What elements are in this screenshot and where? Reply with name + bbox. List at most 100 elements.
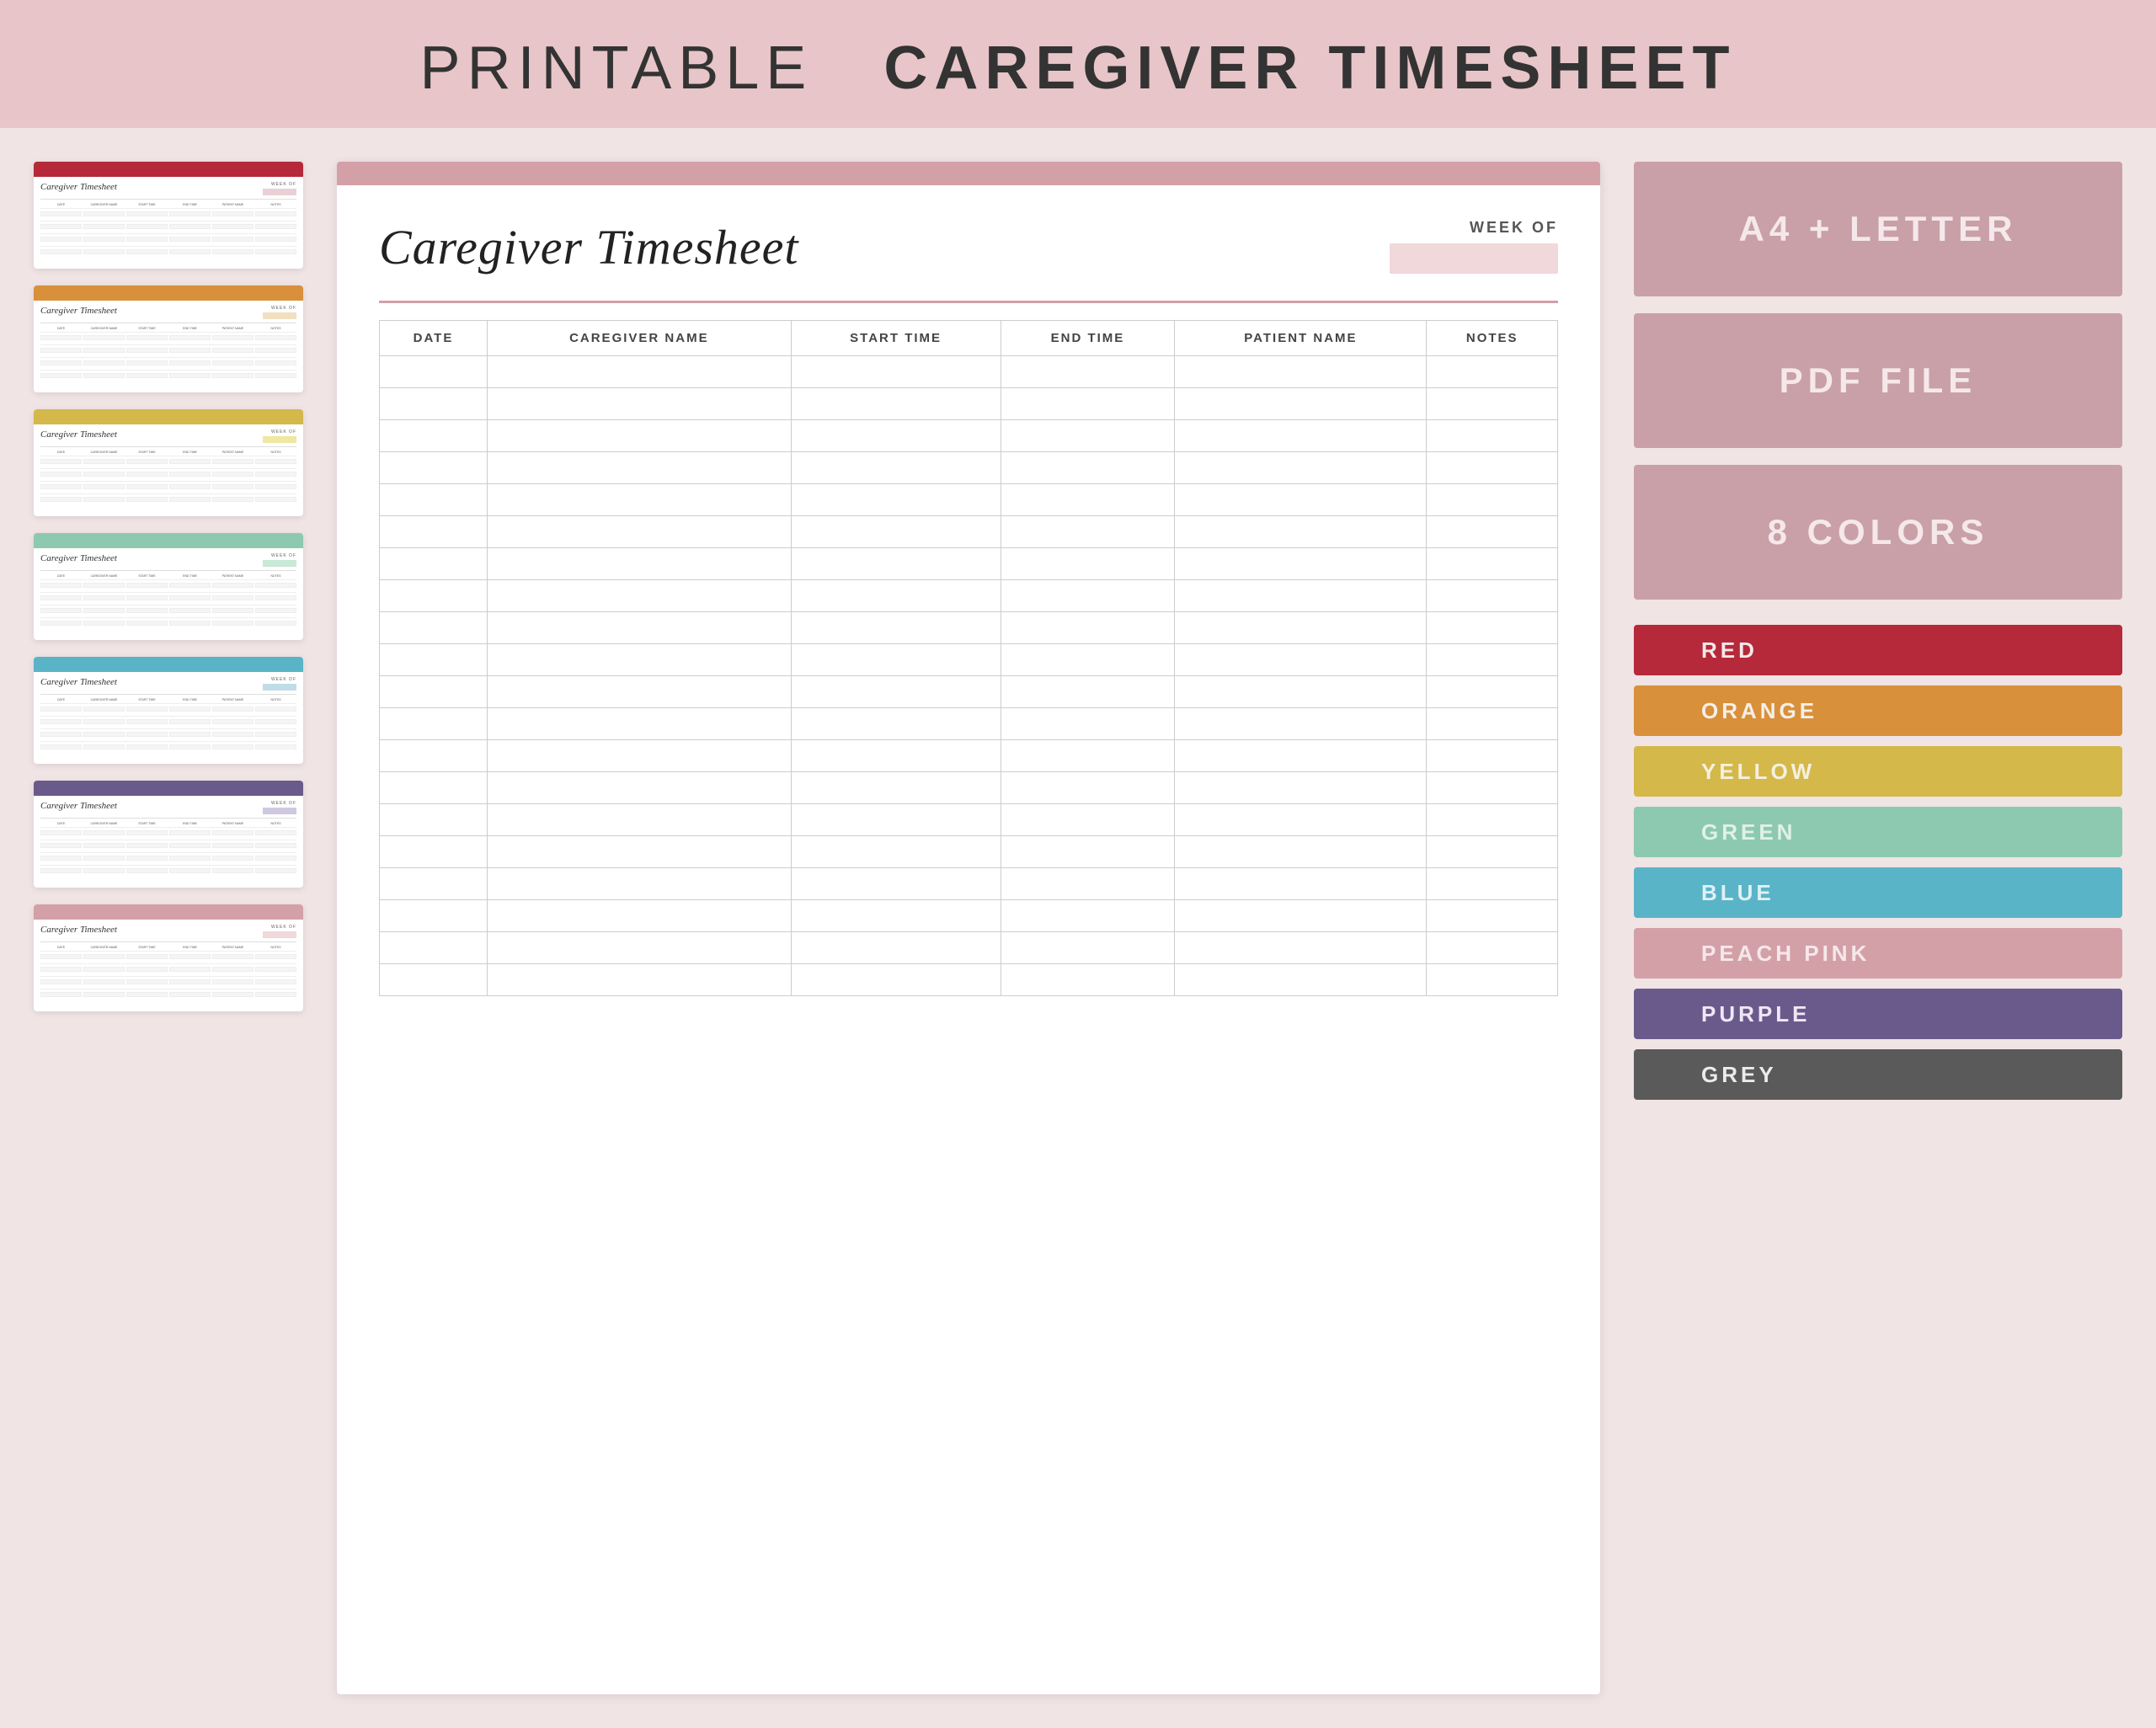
table-cell[interactable] — [791, 740, 1001, 772]
table-cell[interactable] — [1175, 356, 1427, 388]
table-cell[interactable] — [1427, 356, 1558, 388]
table-cell[interactable] — [1427, 836, 1558, 868]
table-cell[interactable] — [380, 676, 488, 708]
table-cell[interactable] — [380, 932, 488, 964]
table-cell[interactable] — [1427, 388, 1558, 420]
table-cell[interactable] — [1001, 612, 1175, 644]
table-cell[interactable] — [1175, 388, 1427, 420]
table-cell[interactable] — [487, 900, 791, 932]
table-cell[interactable] — [1001, 516, 1175, 548]
table-cell[interactable] — [380, 644, 488, 676]
table-cell[interactable] — [380, 420, 488, 452]
table-cell[interactable] — [1427, 580, 1558, 612]
table-cell[interactable] — [380, 612, 488, 644]
table-cell[interactable] — [1175, 484, 1427, 516]
week-of-input-box[interactable] — [1390, 243, 1558, 274]
table-cell[interactable] — [791, 356, 1001, 388]
table-cell[interactable] — [791, 836, 1001, 868]
table-cell[interactable] — [487, 548, 791, 580]
table-cell[interactable] — [791, 484, 1001, 516]
table-cell[interactable] — [1001, 868, 1175, 900]
table-cell[interactable] — [1175, 836, 1427, 868]
table-cell[interactable] — [380, 356, 488, 388]
table-cell[interactable] — [791, 548, 1001, 580]
table-cell[interactable] — [1001, 772, 1175, 804]
table-cell[interactable] — [380, 868, 488, 900]
table-cell[interactable] — [487, 804, 791, 836]
table-cell[interactable] — [487, 708, 791, 740]
table-cell[interactable] — [791, 452, 1001, 484]
table-cell[interactable] — [380, 836, 488, 868]
table-cell[interactable] — [1175, 516, 1427, 548]
table-cell[interactable] — [487, 964, 791, 996]
table-cell[interactable] — [1175, 932, 1427, 964]
table-cell[interactable] — [1001, 388, 1175, 420]
table-cell[interactable] — [380, 452, 488, 484]
table-cell[interactable] — [1175, 420, 1427, 452]
table-cell[interactable] — [1175, 740, 1427, 772]
table-cell[interactable] — [1001, 676, 1175, 708]
table-cell[interactable] — [1427, 932, 1558, 964]
table-cell[interactable] — [1001, 644, 1175, 676]
table-cell[interactable] — [487, 356, 791, 388]
table-cell[interactable] — [380, 388, 488, 420]
table-cell[interactable] — [1427, 804, 1558, 836]
table-cell[interactable] — [1001, 548, 1175, 580]
table-cell[interactable] — [1001, 580, 1175, 612]
table-cell[interactable] — [487, 420, 791, 452]
table-cell[interactable] — [380, 548, 488, 580]
table-cell[interactable] — [487, 868, 791, 900]
table-cell[interactable] — [791, 708, 1001, 740]
table-cell[interactable] — [1175, 548, 1427, 580]
table-cell[interactable] — [487, 772, 791, 804]
table-cell[interactable] — [380, 516, 488, 548]
table-cell[interactable] — [1001, 708, 1175, 740]
table-cell[interactable] — [1427, 516, 1558, 548]
table-cell[interactable] — [487, 836, 791, 868]
table-cell[interactable] — [487, 388, 791, 420]
table-cell[interactable] — [1427, 900, 1558, 932]
table-cell[interactable] — [1001, 356, 1175, 388]
table-cell[interactable] — [1427, 868, 1558, 900]
table-cell[interactable] — [1175, 676, 1427, 708]
table-cell[interactable] — [1175, 772, 1427, 804]
table-cell[interactable] — [791, 516, 1001, 548]
table-cell[interactable] — [1175, 900, 1427, 932]
table-cell[interactable] — [1427, 548, 1558, 580]
table-cell[interactable] — [1427, 420, 1558, 452]
table-cell[interactable] — [791, 388, 1001, 420]
table-cell[interactable] — [1427, 708, 1558, 740]
table-cell[interactable] — [1001, 836, 1175, 868]
table-cell[interactable] — [791, 612, 1001, 644]
table-cell[interactable] — [1175, 868, 1427, 900]
table-cell[interactable] — [487, 580, 791, 612]
table-cell[interactable] — [791, 676, 1001, 708]
table-cell[interactable] — [380, 772, 488, 804]
table-cell[interactable] — [487, 740, 791, 772]
table-cell[interactable] — [1001, 900, 1175, 932]
table-cell[interactable] — [1427, 676, 1558, 708]
table-cell[interactable] — [487, 932, 791, 964]
table-cell[interactable] — [380, 900, 488, 932]
table-cell[interactable] — [1175, 708, 1427, 740]
table-cell[interactable] — [487, 612, 791, 644]
table-cell[interactable] — [791, 900, 1001, 932]
table-cell[interactable] — [791, 420, 1001, 452]
table-cell[interactable] — [1427, 964, 1558, 996]
table-cell[interactable] — [1175, 964, 1427, 996]
table-cell[interactable] — [1001, 964, 1175, 996]
table-cell[interactable] — [1427, 612, 1558, 644]
table-cell[interactable] — [1427, 644, 1558, 676]
table-cell[interactable] — [487, 644, 791, 676]
table-cell[interactable] — [380, 740, 488, 772]
table-cell[interactable] — [791, 580, 1001, 612]
table-cell[interactable] — [1427, 452, 1558, 484]
table-cell[interactable] — [1001, 804, 1175, 836]
table-cell[interactable] — [380, 580, 488, 612]
table-cell[interactable] — [487, 676, 791, 708]
table-cell[interactable] — [1001, 484, 1175, 516]
table-cell[interactable] — [1175, 804, 1427, 836]
table-cell[interactable] — [1001, 420, 1175, 452]
table-cell[interactable] — [380, 804, 488, 836]
table-cell[interactable] — [380, 964, 488, 996]
